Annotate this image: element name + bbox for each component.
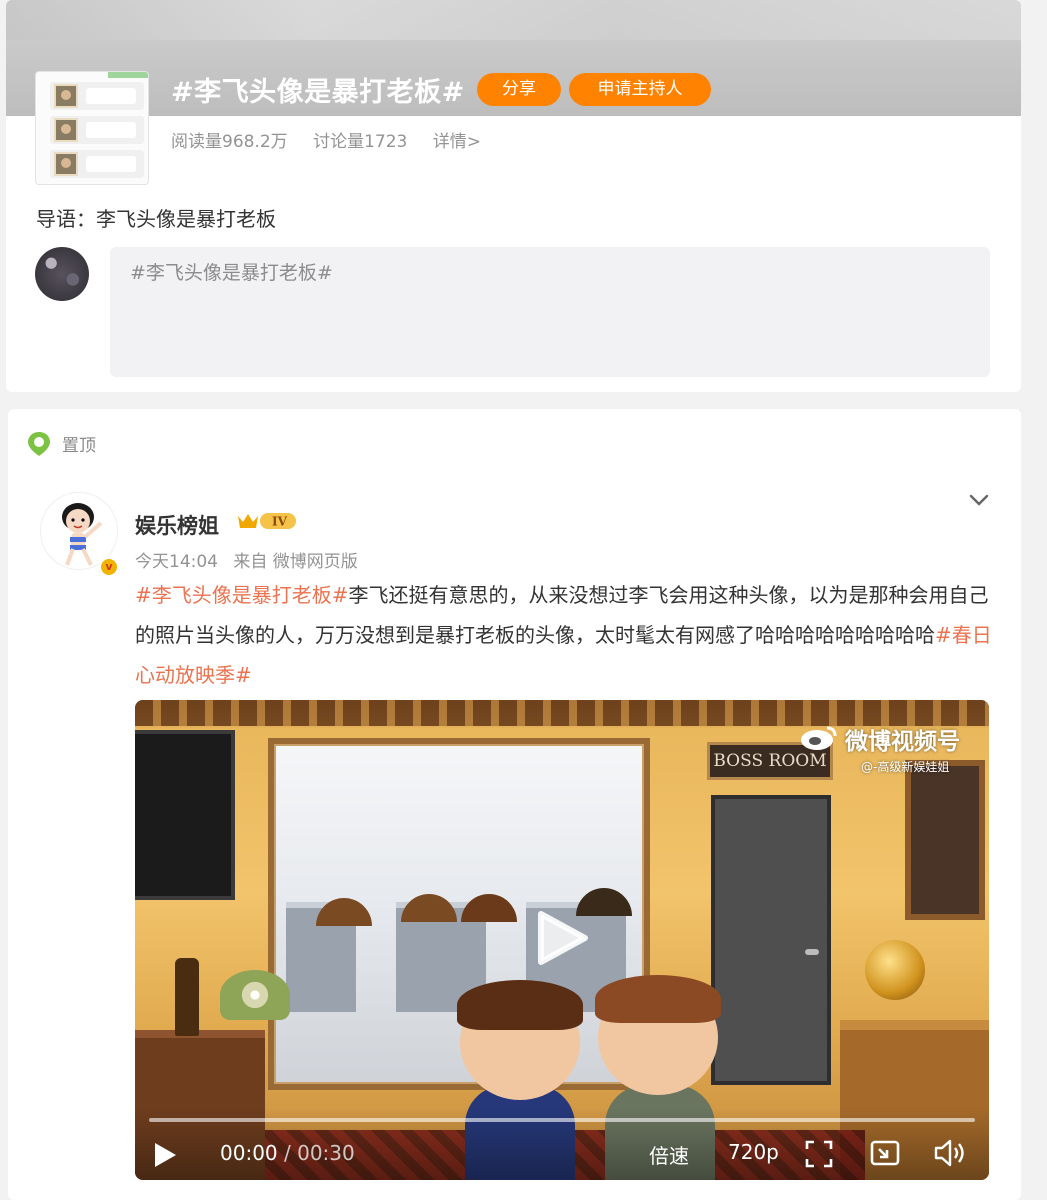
weibo-logo-icon [801, 726, 837, 750]
topic-thumbnail [35, 71, 149, 185]
pin-icon [28, 432, 50, 456]
speed-button[interactable]: 倍速 [649, 1140, 689, 1169]
verified-badge: v [99, 557, 119, 577]
time-total: 00:30 [297, 1141, 355, 1165]
time-separator: / [284, 1141, 291, 1165]
globe-icon [865, 940, 925, 1000]
volume-icon[interactable] [933, 1138, 967, 1168]
topic-title: #李飞头像是暴打老板# [171, 77, 465, 108]
video-watermark-sub: @-高级新娱娃姐 [861, 760, 950, 774]
chevron-down-icon[interactable] [968, 489, 990, 511]
share-button[interactable]: 分享 [477, 73, 561, 106]
plant-icon [220, 970, 290, 1020]
discussion-count: 讨论量1723 [313, 132, 408, 152]
video-controls: 00:00 / 00:30 倍速 720p [135, 1108, 989, 1180]
level-badge-text: IV [272, 515, 288, 529]
tv-screen [135, 730, 235, 900]
read-count: 阅读量968.2万 [171, 132, 288, 152]
pinned-label: 置顶 [62, 436, 96, 456]
fullscreen-icon[interactable] [805, 1140, 833, 1168]
hashtag-link[interactable]: #李飞头像是暴打老板# [135, 583, 349, 607]
post-text: #李飞头像是暴打老板#李飞还挺有意思的，从来没想过李飞会用这种头像，以为是那种会… [135, 575, 995, 695]
topic-header-card: #李飞头像是暴打老板# 分享 申请主持人 阅读量968.2万 讨论量1723 详… [6, 0, 1021, 392]
topic-stats: 阅读量968.2万 讨论量1723 详情> [171, 127, 501, 152]
boss-door [711, 795, 831, 1085]
play-icon[interactable] [151, 1140, 179, 1170]
time-display: 00:00 / 00:30 [220, 1141, 355, 1165]
my-avatar[interactable] [35, 247, 89, 301]
post-meta: 今天14:04 来自 微博网页版 [135, 547, 368, 572]
user-name[interactable]: 娱乐榜姐 [135, 510, 219, 540]
post-compose-input[interactable]: #李飞头像是暴打老板# [110, 247, 990, 377]
boss-portrait [905, 760, 985, 920]
feed-post-card: 置顶 v 娱乐榜姐 IV 今天14:04 来自 微博网页版 #李飞头像是暴打老板… [8, 409, 1021, 1200]
topic-intro: 导语：李飞头像是暴打老板 [36, 207, 276, 231]
bottle-icon [175, 958, 199, 1036]
detail-link[interactable]: 详情> [433, 132, 481, 152]
post-source: 来自 微博网页版 [233, 552, 358, 572]
picture-in-picture-icon[interactable] [870, 1138, 900, 1168]
progress-bar[interactable] [149, 1118, 975, 1122]
level-badge: IV [238, 513, 296, 529]
apply-host-button[interactable]: 申请主持人 [569, 73, 711, 106]
video-player[interactable]: BOSS ROOM 微博视频号 @-高级新娱娃姐 00:00 / 00:30 倍… [135, 700, 989, 1180]
quality-button[interactable]: 720p [728, 1140, 779, 1164]
play-overlay-icon[interactable] [535, 908, 591, 968]
time-current: 00:00 [220, 1141, 278, 1165]
video-watermark: 微博视频号 [845, 729, 960, 755]
post-time[interactable]: 今天14:04 [135, 552, 218, 572]
